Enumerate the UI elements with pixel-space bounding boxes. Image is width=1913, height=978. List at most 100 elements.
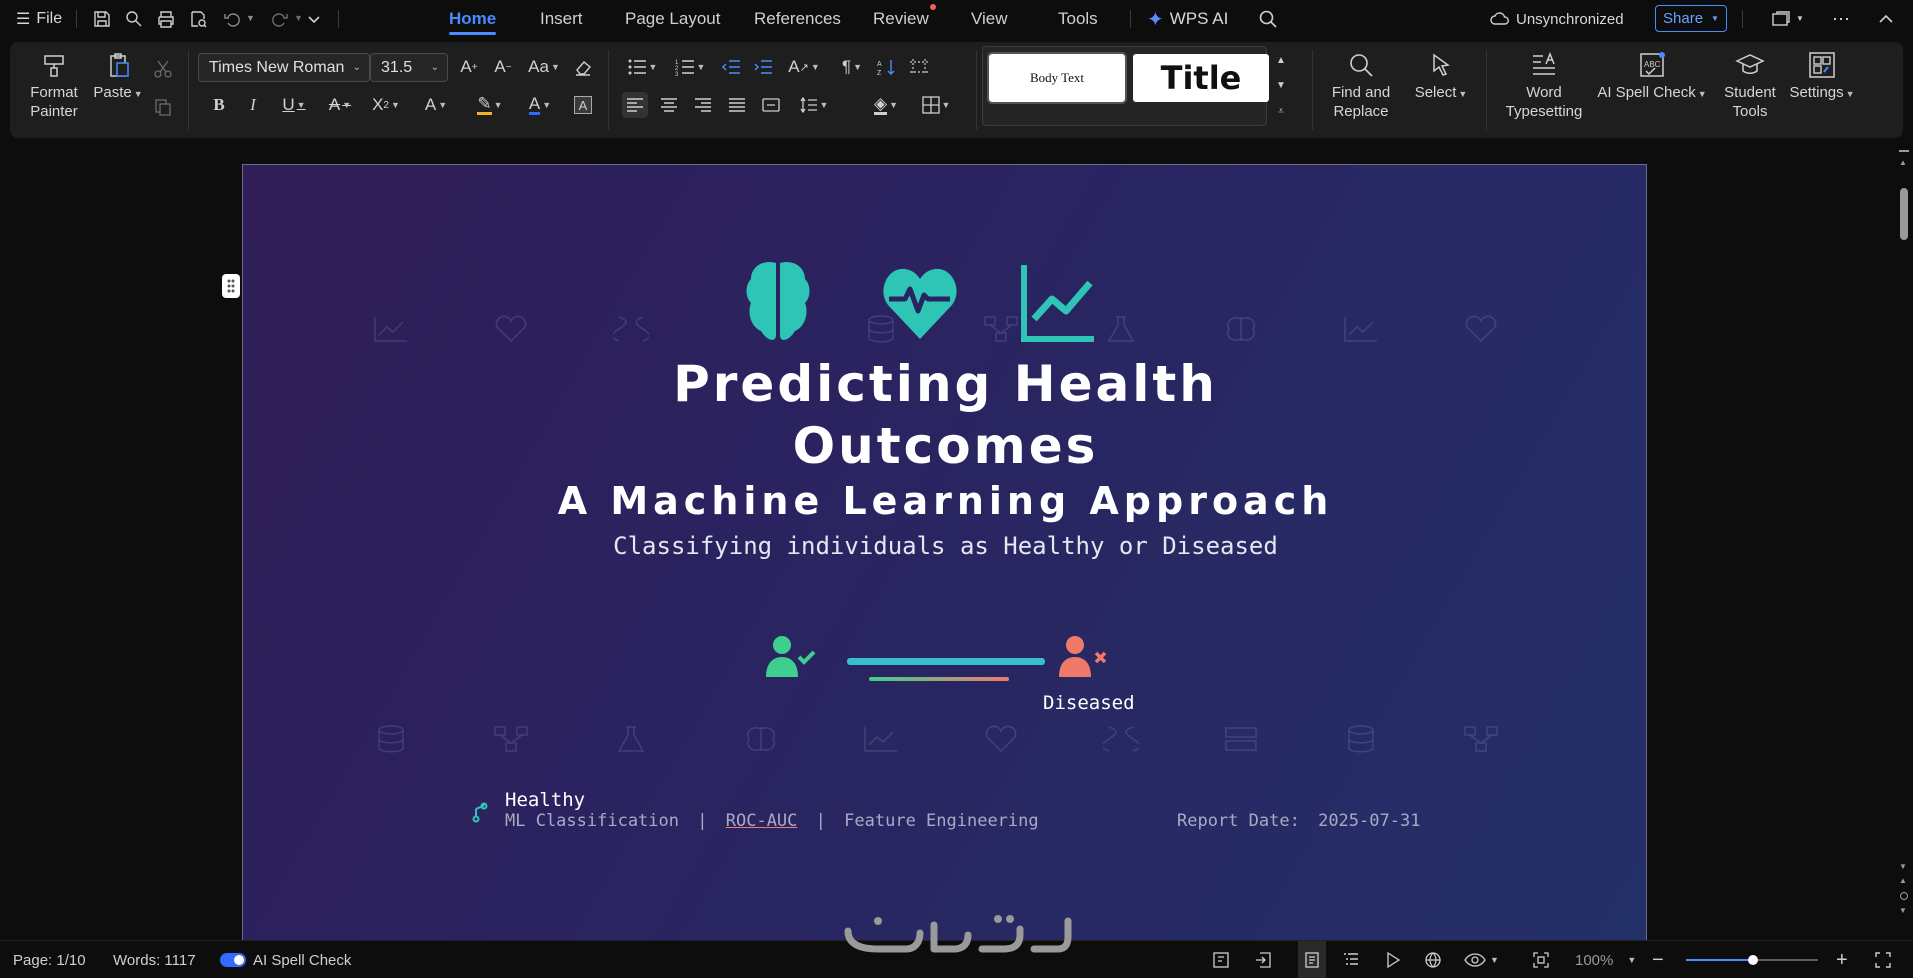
file-menu[interactable]: ☰ File bbox=[16, 0, 62, 38]
sync-status[interactable]: Unsynchronized bbox=[1490, 0, 1624, 38]
play-icon[interactable] bbox=[1384, 941, 1402, 978]
character-shading-icon[interactable]: A bbox=[570, 92, 596, 118]
tab-home[interactable]: Home bbox=[449, 0, 497, 38]
eye-protection-icon[interactable]: ▼ bbox=[1464, 941, 1499, 978]
format-painter-button[interactable]: Format Painter bbox=[24, 50, 84, 121]
ai-spell-check-button[interactable]: ABC AI Spell Check ▼ bbox=[1592, 50, 1712, 104]
font-size-select[interactable]: 31.5 ⌄ bbox=[370, 53, 448, 82]
clear-formatting-icon[interactable] bbox=[570, 54, 596, 80]
decrease-font-size-icon[interactable]: A − bbox=[490, 54, 516, 80]
align-center-icon[interactable] bbox=[656, 92, 682, 118]
page-indicator[interactable]: Page: 1/10 bbox=[13, 941, 86, 978]
highlight-icon[interactable]: ✎ ▼ bbox=[470, 92, 510, 118]
search-icon[interactable] bbox=[1258, 9, 1278, 29]
chevron-down-icon[interactable]: ▼ bbox=[1276, 80, 1286, 91]
superscript-icon[interactable]: X 2 ▼ bbox=[366, 92, 406, 118]
paste-button[interactable]: Paste ▼ bbox=[90, 50, 146, 104]
tab-insert[interactable]: Insert bbox=[540, 0, 583, 38]
scroll-down-icon[interactable]: ▼ bbox=[1899, 862, 1907, 871]
zoom-in-icon[interactable]: + bbox=[1836, 941, 1848, 978]
align-right-icon[interactable] bbox=[690, 92, 716, 118]
paragraph-mark-icon[interactable]: ¶ ▼ bbox=[832, 54, 872, 80]
sort-icon[interactable]: AZ bbox=[874, 54, 900, 80]
fit-page-icon[interactable] bbox=[1532, 941, 1550, 978]
document-page[interactable]: Predicting Health Outcomes A Machine Lea… bbox=[242, 164, 1647, 940]
settings-button[interactable]: Settings ▼ bbox=[1782, 50, 1862, 104]
show-gridlines-icon[interactable] bbox=[906, 54, 932, 80]
window-mode-icon[interactable] bbox=[1770, 9, 1790, 29]
export-pdf-icon[interactable] bbox=[124, 9, 144, 29]
numbering-icon[interactable]: 1 2 3 ▼ bbox=[670, 54, 710, 80]
styles-scroll[interactable]: ▲ ▼ ⩡ bbox=[1272, 48, 1290, 124]
change-case-icon[interactable]: Aa ▼ bbox=[524, 54, 564, 80]
redo-icon[interactable] bbox=[270, 9, 290, 29]
customize-toolbar-icon[interactable] bbox=[304, 9, 324, 29]
style-body-text[interactable]: Body Text bbox=[987, 52, 1127, 104]
increase-indent-icon[interactable] bbox=[750, 54, 776, 80]
page-view-icon[interactable] bbox=[1298, 941, 1326, 978]
print-preview-icon[interactable] bbox=[188, 9, 208, 29]
vertical-scrollbar[interactable]: ▲ ▼ ▲ ▼ bbox=[1895, 146, 1913, 940]
text-effect-icon[interactable]: A ▼ bbox=[416, 92, 456, 118]
save-icon[interactable] bbox=[92, 9, 112, 29]
borders-icon[interactable]: ▼ bbox=[916, 92, 956, 118]
print-icon[interactable] bbox=[156, 9, 176, 29]
tab-view[interactable]: View bbox=[971, 0, 1008, 38]
student-tools-button[interactable]: Student Tools bbox=[1710, 50, 1790, 121]
strikethrough-icon[interactable]: A ▼ bbox=[320, 92, 360, 118]
select-button[interactable]: Select ▼ bbox=[1406, 50, 1476, 104]
undo-dropdown-icon[interactable]: ▼ bbox=[246, 13, 255, 23]
ai-spell-check-toggle[interactable]: AI Spell Check bbox=[220, 941, 351, 978]
align-left-icon[interactable] bbox=[622, 92, 648, 118]
zoom-slider-thumb[interactable] bbox=[1748, 955, 1758, 965]
tab-tools[interactable]: Tools bbox=[1058, 0, 1098, 38]
expand-styles-icon[interactable]: ⩡ bbox=[1278, 106, 1284, 117]
cut-icon[interactable] bbox=[150, 56, 176, 82]
find-replace-button[interactable]: Find and Replace bbox=[1326, 50, 1396, 121]
bullets-icon[interactable]: ▼ bbox=[622, 54, 662, 80]
text-direction-icon[interactable]: A ↗ ▼ bbox=[784, 54, 824, 80]
collapse-ribbon-icon[interactable] bbox=[1876, 9, 1896, 29]
redo-dropdown-icon[interactable]: ▼ bbox=[294, 13, 303, 23]
outline-view-icon[interactable] bbox=[1342, 941, 1360, 978]
next-page-icon[interactable]: ▼ bbox=[1899, 906, 1907, 915]
window-mode-dropdown-icon[interactable]: ▼ bbox=[1796, 14, 1804, 23]
chevron-up-icon[interactable]: ▲ bbox=[1276, 55, 1286, 66]
share-label: Share bbox=[1663, 10, 1704, 27]
more-options-icon[interactable]: ⋯ bbox=[1832, 0, 1850, 38]
browse-object-icon[interactable] bbox=[1900, 892, 1908, 900]
italic-icon[interactable]: I bbox=[240, 92, 266, 118]
underline-icon[interactable]: U ▼ bbox=[274, 92, 314, 118]
share-button[interactable]: Share ▼ bbox=[1655, 5, 1727, 32]
increase-font-size-icon[interactable]: A + bbox=[456, 54, 482, 80]
tab-review[interactable]: Review bbox=[873, 0, 929, 38]
tab-page-layout[interactable]: Page Layout bbox=[625, 0, 720, 38]
tab-references[interactable]: References bbox=[754, 0, 841, 38]
previous-page-icon[interactable]: ▲ bbox=[1899, 876, 1907, 885]
shading-icon[interactable]: ◈ ▼ bbox=[866, 92, 906, 118]
undo-icon[interactable] bbox=[222, 9, 242, 29]
word-typesetting-button[interactable]: Word Typesetting bbox=[1496, 50, 1592, 121]
zoom-level[interactable]: 100% ▼ bbox=[1575, 941, 1636, 978]
decrease-indent-icon[interactable] bbox=[718, 54, 744, 80]
web-layout-icon[interactable] bbox=[1424, 941, 1442, 978]
focus-mode-icon[interactable] bbox=[1254, 941, 1272, 978]
drag-handle-icon[interactable] bbox=[222, 274, 240, 298]
fullscreen-icon[interactable] bbox=[1874, 941, 1892, 978]
zoom-slider[interactable] bbox=[1686, 955, 1818, 965]
scroll-top-icon[interactable] bbox=[1899, 150, 1909, 152]
sidebar-toggle-icon[interactable] bbox=[1212, 941, 1230, 978]
justify-icon[interactable] bbox=[724, 92, 750, 118]
scroll-up-icon[interactable]: ▲ bbox=[1899, 158, 1907, 167]
scroll-thumb[interactable] bbox=[1900, 188, 1908, 240]
line-spacing-icon[interactable]: ▼ bbox=[794, 92, 834, 118]
copy-icon[interactable] bbox=[150, 94, 176, 120]
wps-ai-button[interactable]: ✦ WPS AI bbox=[1147, 0, 1228, 38]
bold-icon[interactable]: B bbox=[206, 92, 232, 118]
font-color-icon[interactable]: A ▼ bbox=[520, 92, 560, 118]
distributed-icon[interactable] bbox=[758, 92, 784, 118]
zoom-out-icon[interactable]: − bbox=[1652, 941, 1664, 978]
word-count[interactable]: Words: 1117 bbox=[113, 941, 196, 978]
style-title[interactable]: Title bbox=[1133, 54, 1269, 102]
font-name-select[interactable]: Times New Roman ⌄ bbox=[198, 53, 370, 82]
